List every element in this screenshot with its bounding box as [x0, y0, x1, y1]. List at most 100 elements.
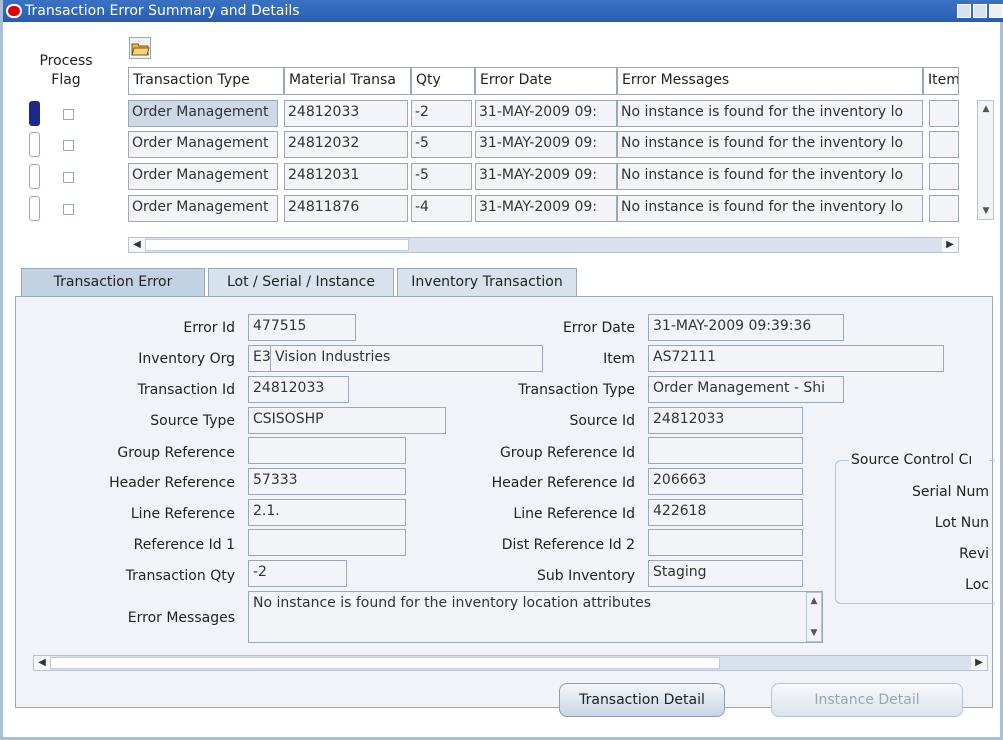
table-cell[interactable]: -4	[411, 195, 472, 222]
source-id-label: Source Id	[569, 413, 635, 429]
line-reference-field[interactable]: 2.1.	[248, 499, 406, 526]
transaction-id-field[interactable]: 24812033	[248, 376, 349, 403]
table-cell[interactable]: 24812033	[284, 100, 408, 127]
process-flag-checkbox[interactable]	[63, 204, 74, 215]
group-reference-label: Group Reference	[117, 445, 235, 461]
table-cell[interactable]: 24811876	[284, 195, 408, 222]
oracle-logo-icon	[6, 4, 22, 18]
transaction-type-field[interactable]: Order Management - Shi	[648, 376, 844, 403]
header-reference-id-field[interactable]: 206663	[648, 468, 803, 495]
row-indicator[interactable]	[29, 164, 40, 189]
process-flag-checkbox[interactable]	[63, 140, 74, 151]
table-cell[interactable]: No instance is found for the inventory l…	[617, 131, 923, 158]
scroll-down-icon[interactable]: ▼	[980, 205, 992, 217]
source-id-field[interactable]: 24812033	[648, 407, 803, 434]
table-cell[interactable]: Order Management	[128, 100, 278, 127]
source-type-label: Source Type	[150, 413, 235, 429]
process-flag-checkbox[interactable]	[63, 109, 74, 120]
scrollbar-thumb[interactable]	[145, 239, 409, 251]
table-vertical-scrollbar[interactable]: ▲ ▼	[977, 100, 994, 220]
title-bar: Transaction Error Summary and Details	[3, 0, 1003, 22]
table-cell[interactable]: Order Management	[128, 195, 278, 222]
table-cell[interactable]	[929, 163, 959, 190]
group-reference-id-label: Group Reference Id	[499, 445, 635, 461]
transaction-qty-field[interactable]: -2	[248, 560, 347, 587]
group-reference-field[interactable]	[248, 437, 406, 464]
table-cell[interactable]	[929, 100, 959, 127]
error-messages-scrollbar[interactable]: ▲ ▼	[806, 592, 822, 642]
row-indicator[interactable]	[29, 132, 40, 157]
col-header-error-messages[interactable]: Error Messages	[617, 67, 923, 95]
table-cell[interactable]: 31-MAY-2009 09:	[475, 163, 617, 190]
col-header-qty[interactable]: Qty	[411, 67, 475, 95]
table-cell[interactable]	[929, 131, 959, 158]
reference-id-1-field[interactable]	[248, 529, 406, 556]
dist-reference-id-2-label: Dist Reference Id 2	[501, 537, 635, 553]
scroll-down-icon[interactable]: ▼	[808, 627, 820, 639]
error-date-field[interactable]: 31-MAY-2009 09:39:36	[648, 314, 844, 341]
row-indicator[interactable]	[29, 101, 40, 126]
panel-horizontal-scrollbar[interactable]: ◀ ▶	[33, 655, 988, 671]
table-cell[interactable]: 31-MAY-2009 09:	[475, 100, 617, 127]
table-cell[interactable]: No instance is found for the inventory l…	[617, 195, 923, 222]
transaction-id-label: Transaction Id	[137, 382, 235, 398]
table-cell[interactable]: Order Management	[128, 163, 278, 190]
scroll-right-icon[interactable]: ▶	[971, 656, 987, 670]
close-icon[interactable]	[989, 4, 1003, 18]
tab-transaction-error[interactable]: Transaction Error	[21, 268, 205, 297]
lot-number-label: Lot Nun	[934, 515, 989, 531]
scroll-left-icon[interactable]: ◀	[129, 238, 145, 252]
row-indicator[interactable]	[29, 196, 40, 221]
minimize-icon[interactable]	[957, 4, 971, 18]
process-flag-header: Process Flag	[33, 52, 99, 90]
serial-number-label: Serial Num	[911, 484, 989, 500]
table-cell[interactable]: 24812032	[284, 131, 408, 158]
item-field[interactable]: AS72111	[648, 345, 944, 372]
col-header-item[interactable]: Item	[923, 67, 959, 95]
dist-reference-id-2-field[interactable]	[648, 529, 803, 556]
header-reference-field[interactable]: 57333	[248, 468, 406, 495]
source-type-field[interactable]: CSISOSHP	[248, 407, 446, 434]
scrollbar-thumb[interactable]	[50, 657, 720, 669]
tab-lot-serial-instance[interactable]: Lot / Serial / Instance	[208, 268, 394, 297]
scroll-up-icon[interactable]: ▲	[980, 103, 992, 115]
scroll-left-icon[interactable]: ◀	[34, 656, 50, 670]
tab-inventory-transaction[interactable]: Inventory Transaction	[397, 268, 577, 297]
window-title: Transaction Error Summary and Details	[25, 3, 300, 19]
table-cell[interactable]: 24812031	[284, 163, 408, 190]
folder-open-icon[interactable]	[129, 37, 151, 59]
table-horizontal-scrollbar[interactable]: ◀ ▶	[128, 237, 959, 253]
instance-detail-button[interactable]: Instance Detail	[771, 683, 963, 717]
process-flag-checkbox[interactable]	[63, 172, 74, 183]
scroll-right-icon[interactable]: ▶	[942, 238, 958, 252]
error-id-field[interactable]: 477515	[248, 314, 356, 341]
transaction-type-label: Transaction Type	[518, 382, 635, 398]
error-messages-label: Error Messages	[127, 610, 235, 626]
maximize-icon[interactable]	[973, 4, 987, 18]
table-cell[interactable]: -5	[411, 131, 472, 158]
sub-inventory-label: Sub Inventory	[537, 568, 635, 584]
table-cell[interactable]: -2	[411, 100, 472, 127]
col-header-material-transaction[interactable]: Material Transa	[284, 67, 411, 95]
table-cell[interactable]: No instance is found for the inventory l…	[617, 100, 923, 127]
line-reference-label: Line Reference	[130, 506, 235, 522]
table-cell[interactable]: 31-MAY-2009 09:	[475, 195, 617, 222]
table-cell[interactable]: No instance is found for the inventory l…	[617, 163, 923, 190]
line-reference-id-field[interactable]: 422618	[648, 499, 803, 526]
sub-inventory-field[interactable]: Staging	[648, 560, 803, 587]
header-reference-label: Header Reference	[109, 475, 235, 491]
table-cell[interactable]	[929, 195, 959, 222]
transaction-detail-button[interactable]: Transaction Detail	[559, 683, 725, 717]
table-cell[interactable]: -5	[411, 163, 472, 190]
error-date-label: Error Date	[562, 320, 635, 336]
table-cell[interactable]: Order Management	[128, 131, 278, 158]
scroll-up-icon[interactable]: ▲	[808, 595, 820, 607]
group-reference-id-field[interactable]	[648, 437, 803, 464]
col-header-error-date[interactable]: Error Date	[475, 67, 617, 95]
table-cell[interactable]: 31-MAY-2009 09:	[475, 131, 617, 158]
source-control-title: Source Control Cı	[849, 452, 989, 468]
col-header-transaction-type[interactable]: Transaction Type	[128, 67, 284, 95]
error-messages-field[interactable]: No instance is found for the inventory l…	[248, 591, 823, 643]
process-flag-header-line1: Process	[39, 53, 93, 69]
locator-label: Loc	[965, 577, 989, 593]
